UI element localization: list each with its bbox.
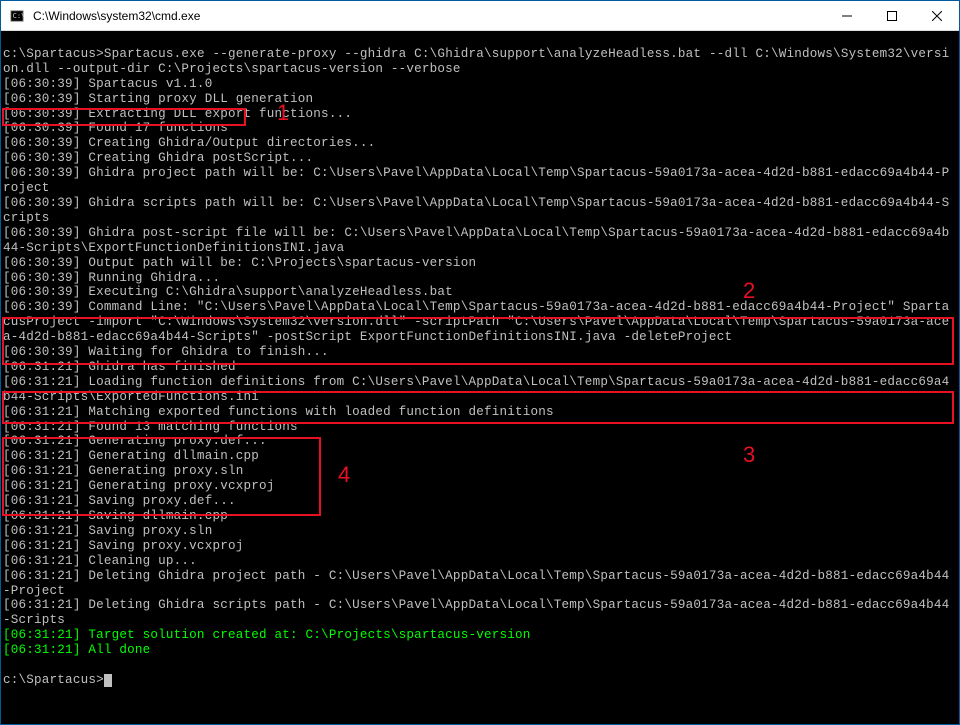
output-line: [06:30:39] Ghidra post-script file will …	[3, 226, 949, 255]
output-line: [06:31:21] Cleaning up...	[3, 554, 197, 568]
output-line: [06:30:39] Executing C:\Ghidra\support\a…	[3, 285, 453, 299]
annotation-number-3: 3	[743, 448, 755, 463]
output-line: [06:31:21] Found 13 matching functions	[3, 420, 298, 434]
output-line: [06:30:39] Ghidra project path will be: …	[3, 166, 949, 195]
success-line: [06:31:21] Target solution created at: C…	[3, 628, 531, 642]
close-button[interactable]	[914, 1, 959, 30]
output-line: [06:31:21] Saving proxy.vcxproj	[3, 539, 243, 553]
output-line: [06:31:21] Deleting Ghidra scripts path …	[3, 598, 949, 627]
success-line: [06:31:21] All done	[3, 643, 150, 657]
annotation-number-4: 4	[338, 468, 350, 483]
prompt: c:\Spartacus>	[3, 47, 104, 61]
terminal-output[interactable]: c:\Spartacus>Spartacus.exe --generate-pr…	[1, 31, 959, 724]
annotation-number-2: 2	[743, 284, 755, 299]
output-line: [06:31:21] Generating dllmain.cpp	[3, 449, 259, 463]
output-line: [06:31:21] Ghidra has finished	[3, 360, 236, 374]
output-line: [06:31:21] Deleting Ghidra project path …	[3, 569, 949, 598]
titlebar[interactable]: C:\ C:\Windows\system32\cmd.exe	[1, 1, 959, 31]
window-title: C:\Windows\system32\cmd.exe	[33, 9, 824, 23]
output-line: [06:31:21] Saving proxy.sln	[3, 524, 212, 538]
output-line: [06:30:39] Waiting for Ghidra to finish.…	[3, 345, 329, 359]
output-line: [06:30:39] Spartacus v1.1.0	[3, 77, 212, 91]
output-line: [06:31:21] Saving dllmain.cpp	[3, 509, 228, 523]
window-controls	[824, 1, 959, 30]
output-line: [06:30:39] Extracting DLL export functio…	[3, 107, 352, 121]
output-line: [06:30:39] Found 17 functions	[3, 121, 228, 135]
output-line: [06:30:39] Output path will be: C:\Proje…	[3, 256, 476, 270]
output-line: [06:31:21] Generating proxy.sln	[3, 464, 243, 478]
output-line: [06:31:21] Generating proxy.def...	[3, 434, 267, 448]
output-line: [06:31:21] Loading function definitions …	[3, 375, 949, 404]
cursor	[104, 674, 112, 687]
minimize-button[interactable]	[824, 1, 869, 30]
svg-text:C:\: C:\	[13, 11, 24, 19]
output-line: [06:31:21] Saving proxy.def...	[3, 494, 236, 508]
prompt: c:\Spartacus>	[3, 673, 104, 687]
output-line: [06:30:39] Creating Ghidra postScript...	[3, 151, 313, 165]
output-line: [06:30:39] Ghidra scripts path will be: …	[3, 196, 949, 225]
cmd-window: C:\ C:\Windows\system32\cmd.exe c:\Spart…	[0, 0, 960, 725]
cmd-icon: C:\	[9, 8, 25, 24]
output-line: [06:30:39] Running Ghidra...	[3, 271, 220, 285]
command-text: Spartacus.exe --generate-proxy --ghidra …	[3, 47, 949, 76]
output-line: [06:30:39] Creating Ghidra/Output direct…	[3, 136, 375, 150]
output-line: [06:31:21] Generating proxy.vcxproj	[3, 479, 275, 493]
maximize-button[interactable]	[869, 1, 914, 30]
output-line: [06:30:39] Starting proxy DLL generation	[3, 92, 313, 106]
output-line: [06:30:39] Command Line: "C:\Users\Pavel…	[3, 300, 949, 344]
output-line: [06:31:21] Matching exported functions w…	[3, 405, 554, 419]
